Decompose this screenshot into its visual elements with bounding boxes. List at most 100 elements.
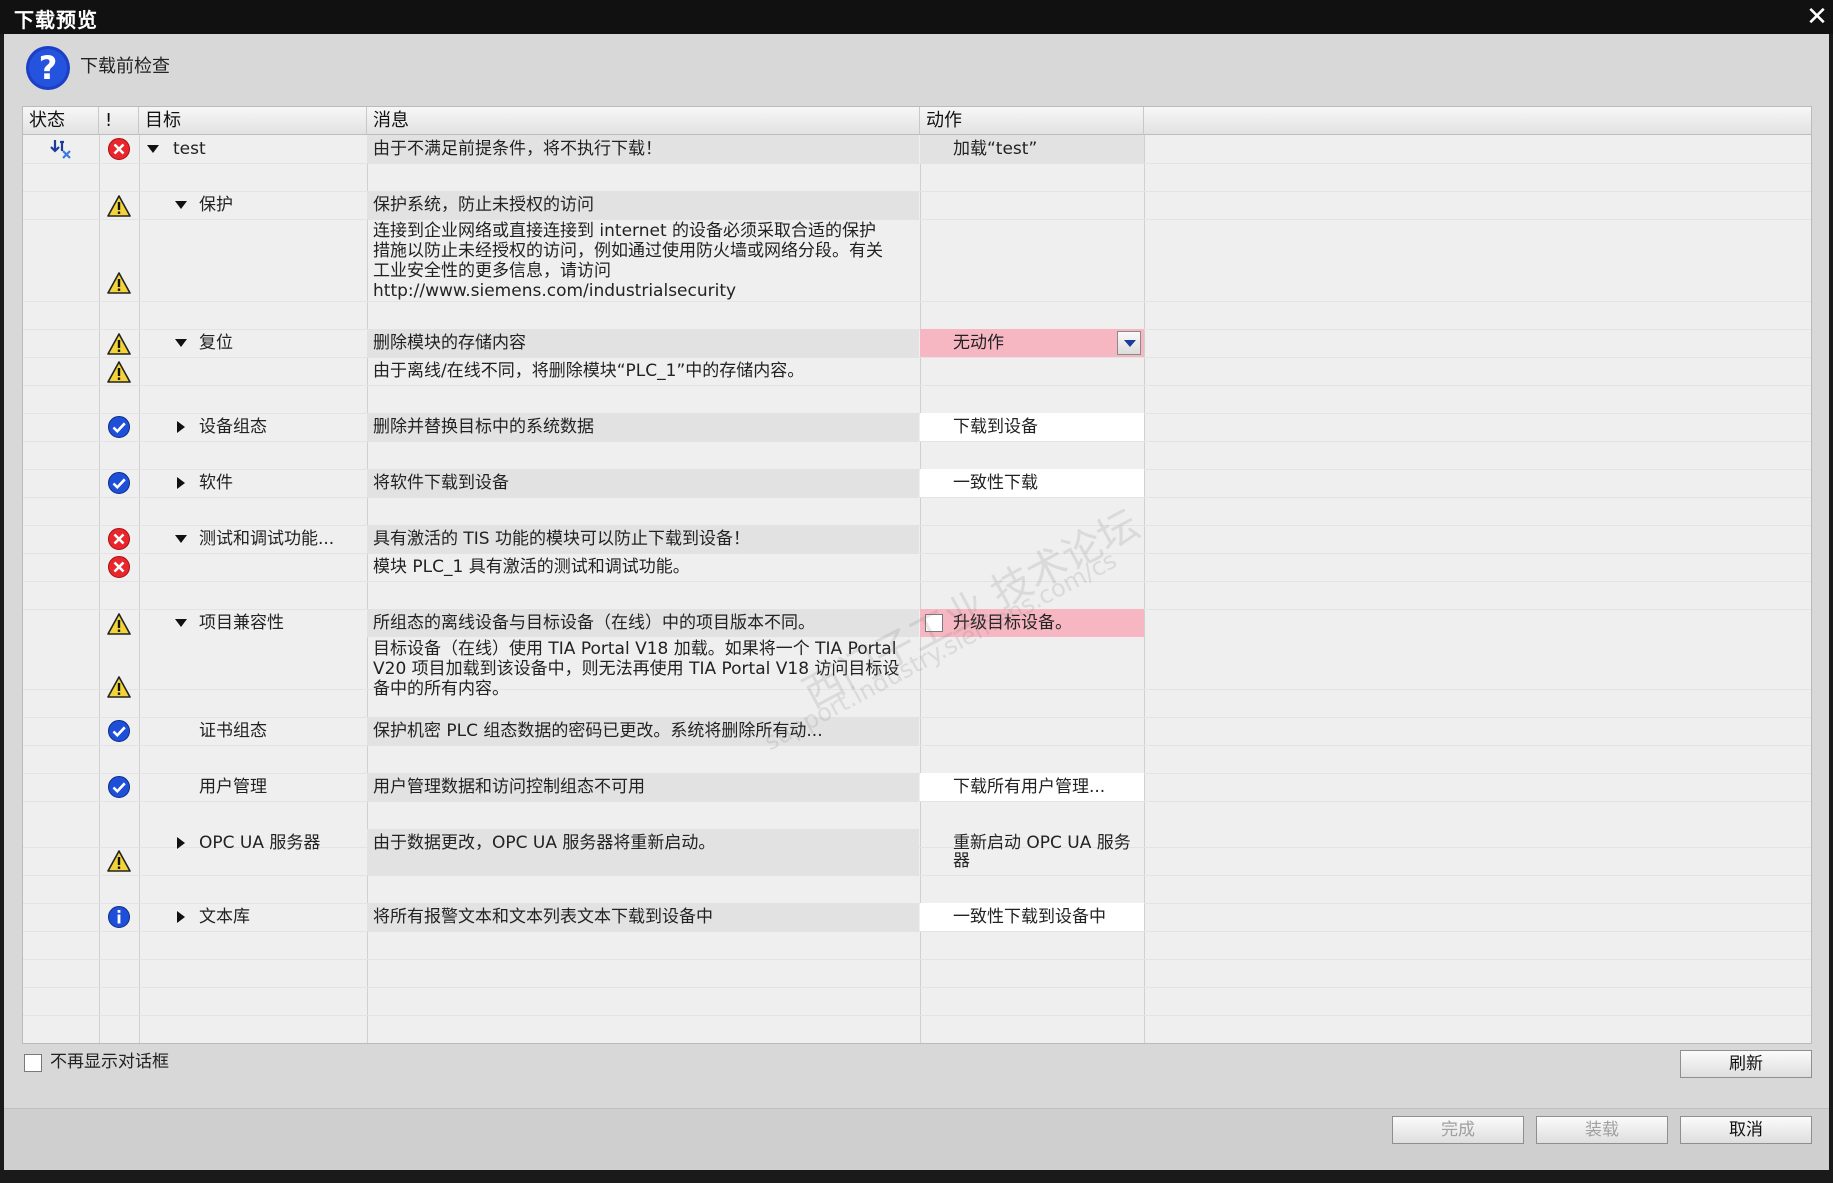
row-target: 项目兼容性: [199, 613, 284, 633]
row-divider: [23, 987, 1811, 988]
row-action: 升级目标设备。: [953, 613, 1072, 633]
collapse-icon[interactable]: [147, 145, 159, 153]
row-target: 设备组态: [199, 417, 267, 437]
col-action[interactable]: 动作: [920, 107, 1144, 135]
row-target: 复位: [199, 333, 233, 353]
download-blocked-icon: [50, 140, 71, 159]
chevron-down-icon[interactable]: [1117, 331, 1141, 355]
ok-check-icon: [108, 776, 130, 798]
row-message: 保护系统，防止未授权的访问: [373, 195, 594, 215]
row-message-line: 目标设备（在线）使用 TIA Portal V18 加载。如果将一个 TIA P…: [373, 639, 897, 659]
dialog-body: ? 下载前检查 状态 ! 目标 消息 动作 test 由于不满足前提条件，将不执…: [4, 34, 1829, 1170]
ok-check-icon: [108, 720, 130, 742]
row-message: 由于数据更改，OPC UA 服务器将重新启动。: [373, 833, 716, 853]
row-divider: [23, 689, 1811, 690]
row-message-line: 措施以防止未经授权的访问，例如通过使用防火墙或网络分段。有关: [373, 241, 883, 261]
ok-check-icon: [108, 472, 130, 494]
svg-text:?: ?: [39, 49, 58, 87]
collapse-icon[interactable]: [175, 201, 187, 209]
col-bang[interactable]: !: [99, 107, 139, 135]
table-row[interactable]: 连接到企业网络或直接连接到 internet 的设备必须采取合适的保护 措施以防…: [23, 219, 1811, 301]
table-row[interactable]: test 由于不满足前提条件，将不执行下载！ 加载“test”: [23, 135, 1811, 163]
collapse-icon[interactable]: [175, 619, 187, 627]
download-check-table: 状态 ! 目标 消息 动作 test 由于不满足前提条件，将不执行下载！ 加载“…: [22, 106, 1812, 1044]
expand-icon[interactable]: [177, 477, 185, 489]
row-divider: [23, 959, 1811, 960]
refresh-button[interactable]: 刷新: [1680, 1050, 1812, 1078]
row-divider: [23, 301, 1811, 302]
row-message: 保护机密 PLC 组态数据的密码已更改。系统将删除所有动...: [373, 721, 823, 741]
row-action[interactable]: 下载所有用户管理...: [953, 777, 1105, 797]
table-row[interactable]: 保护 保护系统，防止未授权的访问: [23, 191, 1811, 219]
warning-icon: [107, 333, 131, 355]
col-message[interactable]: 消息: [367, 107, 920, 135]
table-row[interactable]: OPC UA 服务器 由于数据更改，OPC UA 服务器将重新启动。 重新启动 …: [23, 829, 1811, 875]
table-row[interactable]: 设备组态 删除并替换目标中的系统数据 下载到设备: [23, 413, 1811, 441]
row-divider: [23, 1015, 1811, 1016]
table-row[interactable]: 项目兼容性 所组态的离线设备与目标设备（在线）中的项目版本不同。 升级目标设备。: [23, 609, 1811, 637]
row-message-line: 备中的所有内容。: [373, 679, 509, 699]
header-text: 下载前检查: [80, 56, 170, 77]
row-message: 将软件下载到设备: [373, 473, 509, 493]
row-message: 所组态的离线设备与目标设备（在线）中的项目版本不同。: [373, 613, 815, 633]
security-link[interactable]: http://www.siemens.com/industrialsecurit…: [373, 281, 736, 301]
table-row[interactable]: 用户管理 用户管理数据和访问控制组态不可用 下载所有用户管理...: [23, 773, 1811, 801]
collapse-icon[interactable]: [175, 339, 187, 347]
row-divider: [23, 801, 1811, 802]
upgrade-checkbox[interactable]: [925, 614, 943, 632]
table-row[interactable]: 由于离线/在线不同，将删除模块“PLC_1”中的存储内容。: [23, 357, 1811, 385]
table-row[interactable]: 测试和调试功能... 具有激活的 TIS 功能的模块可以防止下载到设备！: [23, 525, 1811, 553]
error-icon: [108, 528, 130, 550]
row-divider: [23, 497, 1811, 498]
warning-icon: [107, 676, 131, 698]
row-message: 由于离线/在线不同，将删除模块“PLC_1”中的存储内容。: [373, 361, 805, 381]
header-area: ? 下载前检查: [4, 34, 1829, 106]
table-row[interactable]: 文本库 将所有报警文本和文本列表文本下载到设备中 一致性下载到设备中: [23, 903, 1811, 931]
col-status[interactable]: 状态: [23, 107, 99, 135]
dont-show-checkbox[interactable]: [24, 1054, 42, 1072]
table-row[interactable]: 软件 将软件下载到设备 一致性下载: [23, 469, 1811, 497]
row-message: 用户管理数据和访问控制组态不可用: [373, 777, 645, 797]
finish-button[interactable]: 完成: [1392, 1116, 1524, 1144]
row-message: 删除并替换目标中的系统数据: [373, 417, 594, 437]
row-divider: [23, 441, 1811, 442]
load-button[interactable]: 装载: [1536, 1116, 1668, 1144]
row-divider: [23, 385, 1811, 386]
table-row[interactable]: 复位 删除模块的存储内容 无动作: [23, 329, 1811, 357]
window-bottom-edge: [0, 1170, 1833, 1183]
row-target: test: [173, 139, 206, 159]
row-target: 测试和调试功能...: [199, 529, 335, 549]
ok-check-icon: [108, 416, 130, 438]
action-dropdown-value[interactable]: 无动作: [953, 333, 1004, 353]
warning-icon: [107, 613, 131, 635]
col-target[interactable]: 目标: [139, 107, 367, 135]
table-row[interactable]: 模块 PLC_1 具有激活的测试和调试功能。: [23, 553, 1811, 581]
expand-icon[interactable]: [177, 421, 185, 433]
window-title: 下载预览: [14, 8, 98, 32]
row-action-line[interactable]: 器: [953, 851, 970, 871]
warning-icon: [107, 850, 131, 872]
warning-icon: [107, 272, 131, 294]
collapse-icon[interactable]: [175, 535, 187, 543]
dont-show-label[interactable]: 不再显示对话框: [50, 1052, 169, 1072]
warning-icon: [107, 195, 131, 217]
row-message: 由于不满足前提条件，将不执行下载！: [373, 139, 662, 159]
row-target: 文本库: [199, 907, 250, 927]
row-action[interactable]: 加载“test”: [953, 139, 1037, 159]
row-message: 删除模块的存储内容: [373, 333, 526, 353]
row-action[interactable]: 一致性下载到设备中: [953, 907, 1106, 927]
cancel-button[interactable]: 取消: [1680, 1116, 1812, 1144]
download-preview-window: 下载预览 ✕ ? 下载前检查 状态 ! 目标 消息 动作 test 由于不满足前…: [0, 0, 1833, 1183]
table-row[interactable]: 证书组态 保护机密 PLC 组态数据的密码已更改。系统将删除所有动...: [23, 717, 1811, 745]
expand-icon[interactable]: [177, 837, 185, 849]
expand-icon[interactable]: [177, 911, 185, 923]
row-message-line: V20 项目加载到该设备中，则无法再使用 TIA Portal V18 访问目标…: [373, 659, 900, 679]
row-action[interactable]: 一致性下载: [953, 473, 1038, 493]
table-row[interactable]: 目标设备（在线）使用 TIA Portal V18 加载。如果将一个 TIA P…: [23, 637, 1811, 699]
row-divider: [23, 745, 1811, 746]
row-action-line[interactable]: 重新启动 OPC UA 服务: [953, 833, 1131, 853]
row-target: 证书组态: [199, 721, 267, 741]
row-action[interactable]: 下载到设备: [953, 417, 1038, 437]
row-message: 将所有报警文本和文本列表文本下载到设备中: [373, 907, 713, 927]
close-icon[interactable]: ✕: [1801, 0, 1833, 34]
